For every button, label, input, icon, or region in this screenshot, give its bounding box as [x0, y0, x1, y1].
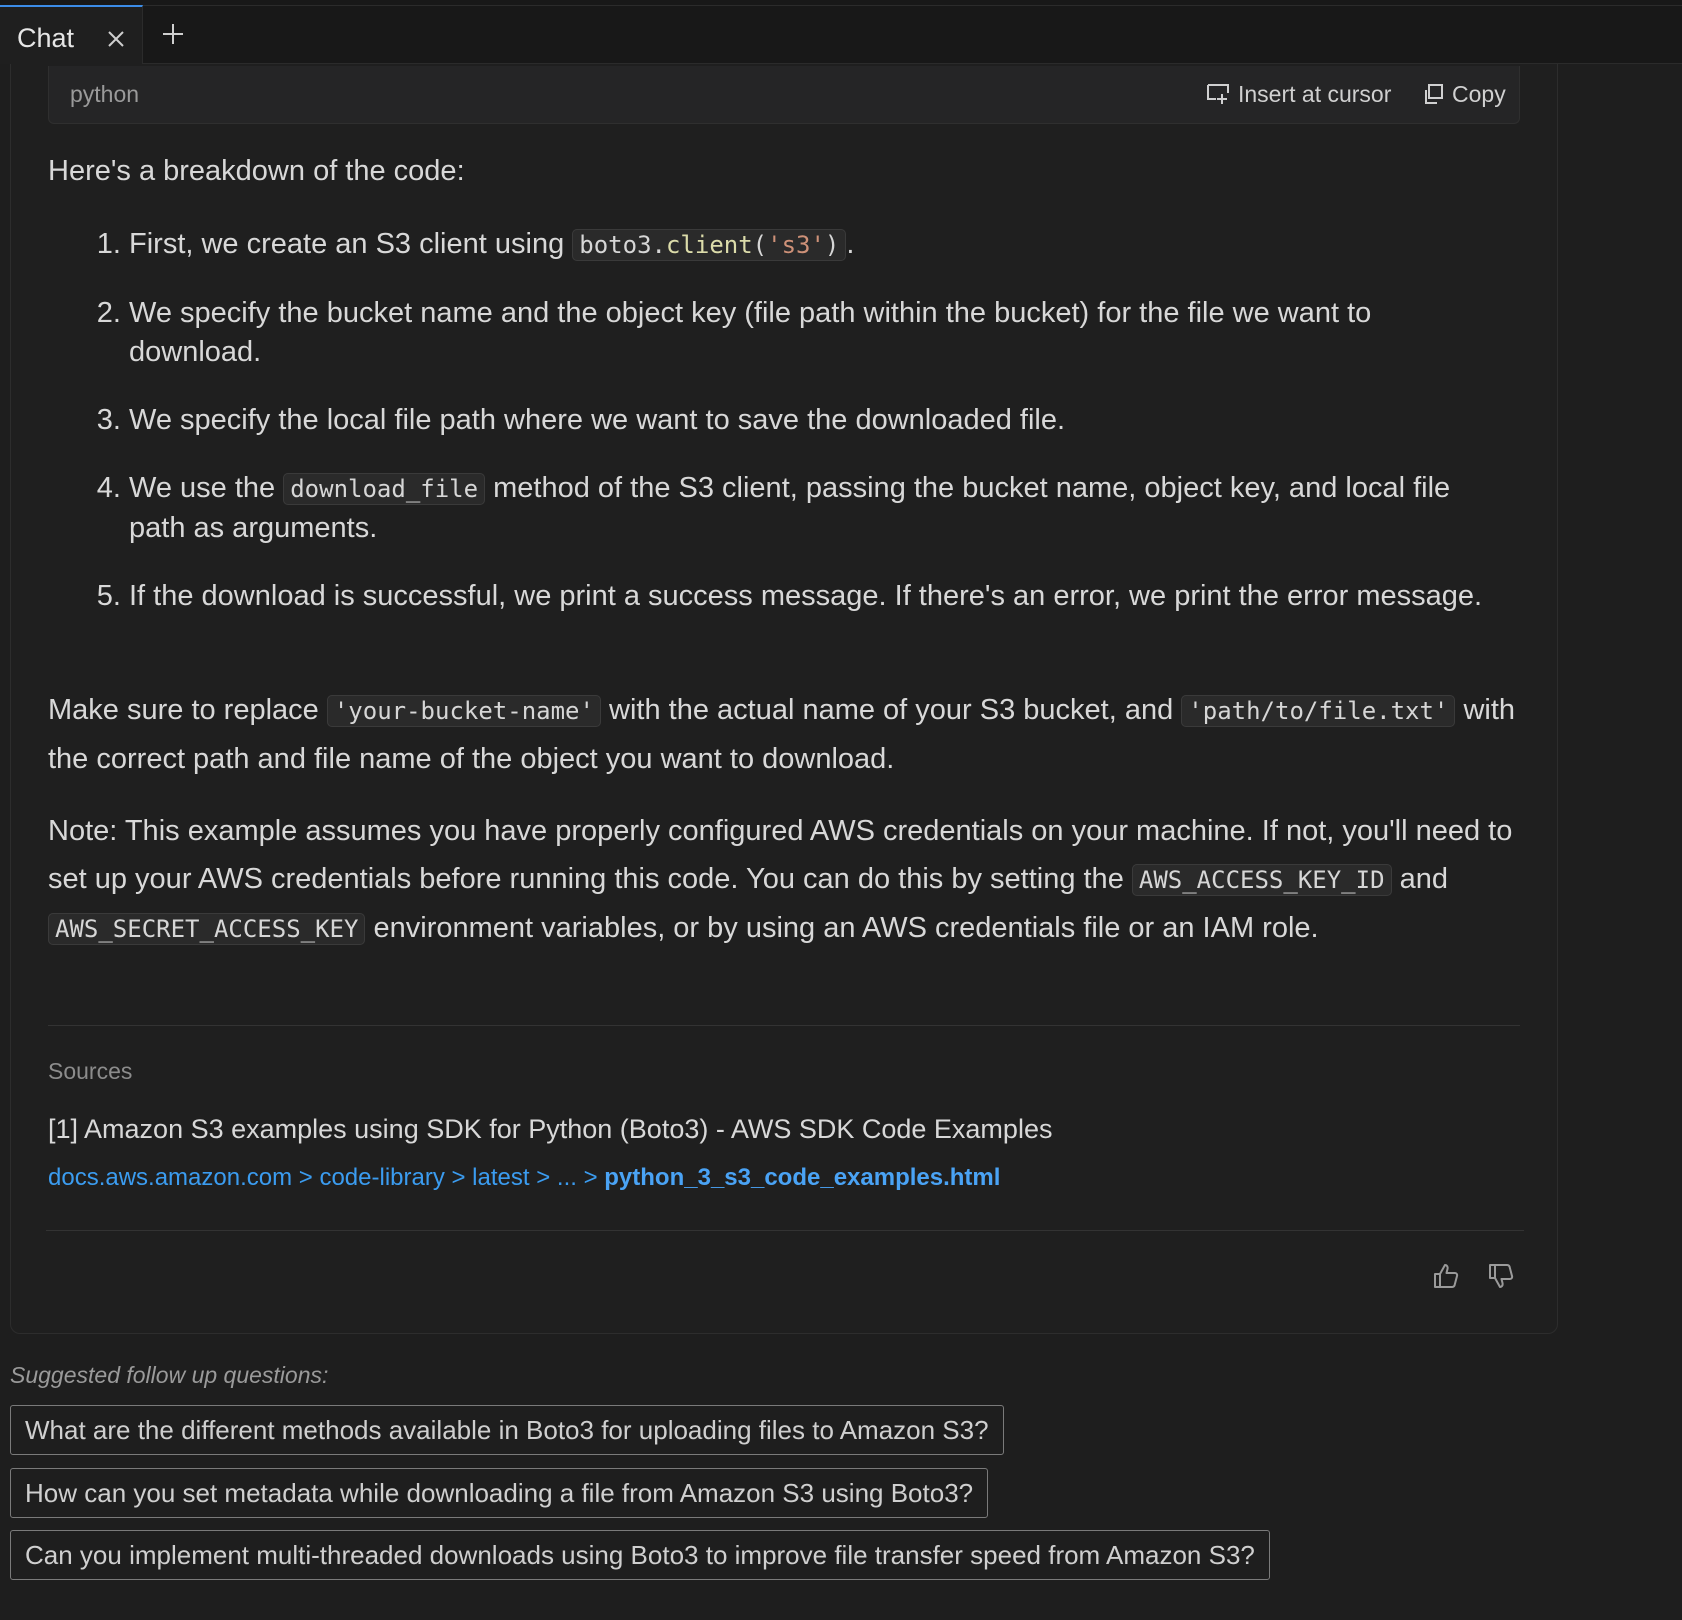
list-item: We specify the bucket name and the objec…: [129, 294, 1508, 372]
source-page: python_3_s3_code_examples.html: [604, 1164, 1001, 1191]
thumbs-down-icon[interactable]: [1487, 1262, 1515, 1290]
copy-label: Copy: [1452, 80, 1506, 107]
aws-credentials-note: Note: This example assumes you have prop…: [48, 815, 1513, 945]
sources-heading: Sources: [48, 1058, 133, 1084]
replace-note: Make sure to replace 'your-bucket-name' …: [48, 694, 1516, 775]
inline-code: AWS_ACCESS_KEY_ID: [1131, 864, 1392, 896]
insert-at-cursor-label: Insert at cursor: [1238, 80, 1392, 107]
suggestion-button[interactable]: Can you implement multi-threaded downloa…: [10, 1530, 1270, 1580]
thumbs-up-icon[interactable]: [1432, 1262, 1460, 1290]
tab-bar: Chat: [0, 0, 1682, 64]
inline-code: 'your-bucket-name': [326, 695, 601, 727]
list-item: If the download is successful, we print …: [129, 577, 1508, 616]
close-icon[interactable]: [106, 29, 126, 49]
suggestions-heading: Suggested follow up questions:: [10, 1362, 329, 1388]
tab-label: Chat: [17, 23, 75, 53]
inline-code: 'path/to/file.txt': [1181, 695, 1456, 727]
list-item: First, we create an S3 client using boto…: [129, 225, 1508, 265]
source-title: [1] Amazon S3 examples using SDK for Pyt…: [48, 1114, 1053, 1144]
insert-at-cursor-icon: [1207, 84, 1229, 104]
feedback-divider: [46, 1230, 1524, 1231]
suggestion-button[interactable]: What are the different methods available…: [10, 1405, 1004, 1455]
breakdown-intro: Here's a breakdown of the code:: [48, 155, 465, 187]
sources-divider: [48, 1025, 1520, 1026]
inline-code: boto3.client('s3'): [572, 229, 847, 261]
tab-chat[interactable]: Chat: [0, 5, 143, 64]
copy-icon: [1425, 84, 1443, 104]
list-item: We use the download_file method of the S…: [129, 469, 1508, 548]
copy-button[interactable]: Copy: [1422, 78, 1506, 110]
code-language-label: python: [70, 81, 140, 107]
source-link[interactable]: docs.aws.amazon.com > code-library > lat…: [48, 1164, 1000, 1192]
source-breadcrumb: docs.aws.amazon.com > code-library > lat…: [48, 1164, 605, 1191]
list-item: We specify the local file path where we …: [129, 401, 1508, 440]
inline-code: download_file: [283, 473, 486, 505]
breakdown-steps-list: First, we create an S3 client using boto…: [48, 225, 1508, 645]
code-block-header: python Insert at cursor Copy: [48, 66, 1520, 124]
inline-code: AWS_SECRET_ACCESS_KEY: [48, 913, 366, 945]
plus-icon[interactable]: [161, 22, 185, 46]
suggestion-button[interactable]: How can you set metadata while downloadi…: [10, 1468, 989, 1518]
insert-at-cursor-button[interactable]: Insert at cursor: [1206, 78, 1391, 110]
tab-bar-border: [0, 5, 1682, 6]
